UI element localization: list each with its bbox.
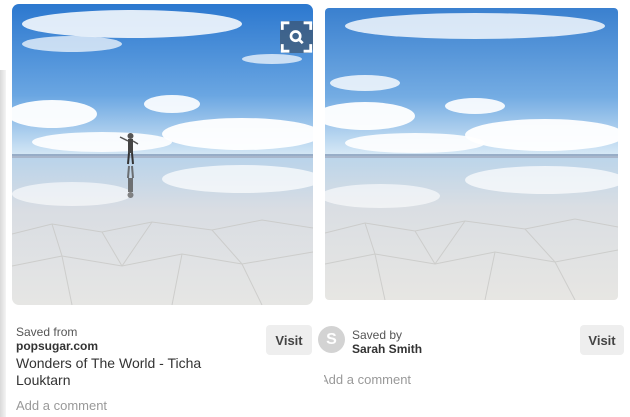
source-link[interactable]: popsugar.com xyxy=(16,339,98,353)
pin-feed: Saved from popsugar.com Wonders of The W… xyxy=(0,0,630,417)
add-comment-field[interactable]: Add a comment xyxy=(324,372,411,387)
pin-image-left[interactable] xyxy=(12,4,313,305)
salt-flat-photo xyxy=(12,4,313,305)
saver-name[interactable]: Sarah Smith xyxy=(352,342,422,356)
saved-by-label: Saved by xyxy=(352,328,403,342)
edge-strip xyxy=(0,70,6,417)
visual-search-button[interactable] xyxy=(280,21,313,53)
salt-flat-photo xyxy=(325,8,618,300)
visit-button[interactable]: Visit xyxy=(580,325,624,355)
pin-title[interactable]: Wonders of The World - Ticha Louktarn xyxy=(16,355,241,389)
add-comment-field[interactable]: Add a comment xyxy=(16,398,107,413)
lens-icon xyxy=(280,21,313,53)
saved-from-label: Saved from xyxy=(16,325,78,339)
visit-button[interactable]: Visit xyxy=(266,325,312,355)
avatar[interactable]: S xyxy=(318,326,345,353)
pin-image-right[interactable] xyxy=(325,8,618,300)
